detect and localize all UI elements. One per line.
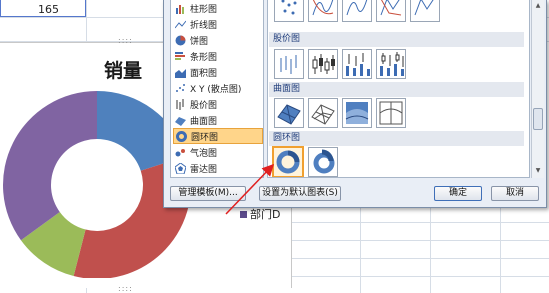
annotation-arrow: [225, 163, 275, 215]
